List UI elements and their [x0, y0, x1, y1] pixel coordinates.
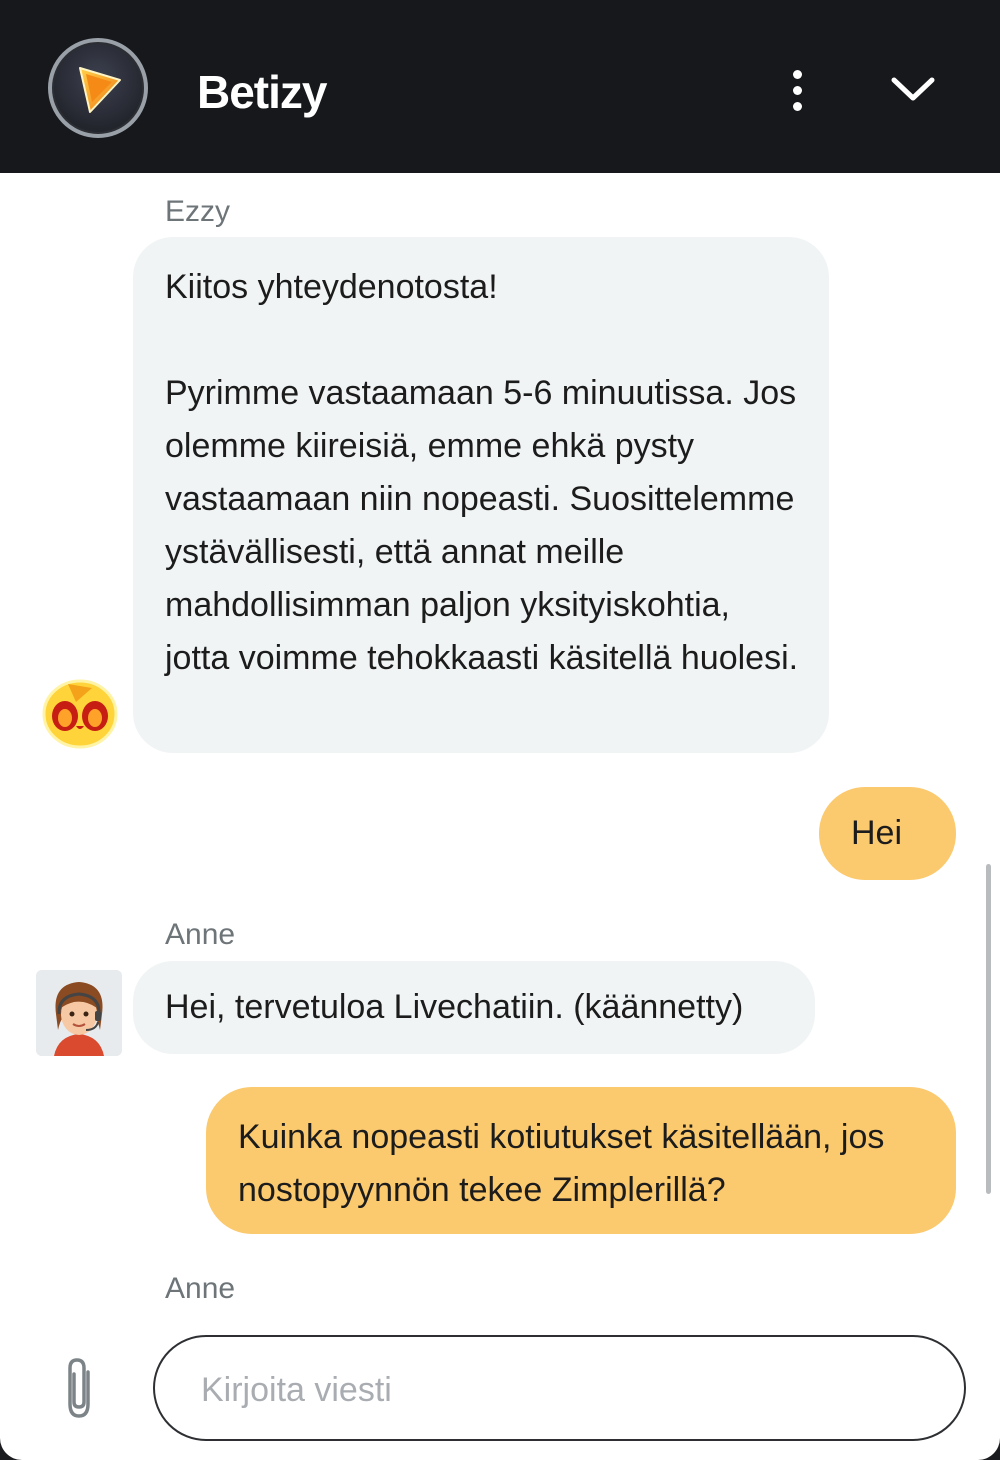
more-vertical-icon [793, 70, 802, 79]
scrollbar[interactable] [986, 864, 991, 1194]
bot-avatar [40, 674, 120, 750]
collapse-button[interactable] [888, 70, 938, 110]
sender-name: Anne [165, 918, 236, 951]
outgoing-message-bubble: Kuinka nopeasti kotiutukset käsitellään,… [206, 1087, 956, 1234]
more-options-button[interactable] [776, 66, 820, 116]
incoming-message-bubble: Hei, tervetuloa Livechatiin. (käännetty) [133, 961, 815, 1054]
bot-mascot-icon [42, 679, 118, 749]
more-vertical-icon-dot [793, 86, 802, 95]
chevron-down-icon [891, 77, 935, 101]
brand-logo [48, 38, 148, 138]
attach-file-button[interactable] [58, 1354, 102, 1422]
agent-headset-avatar-icon [36, 970, 122, 1056]
message-input[interactable] [199, 1361, 923, 1419]
paperclip-icon [68, 1358, 90, 1418]
message-composer [153, 1335, 966, 1441]
agent-avatar [36, 970, 122, 1056]
play-triangle-logo-icon [79, 67, 121, 113]
chat-header: Betizy [0, 0, 1000, 173]
sender-name: Anne [165, 1272, 236, 1305]
outgoing-message-bubble: Hei [819, 787, 956, 880]
incoming-message-bubble: Kiitos yhteydenotosta! Pyrimme vastaamaa… [133, 237, 829, 753]
more-vertical-icon-dot [793, 102, 802, 111]
chat-title: Betizy [197, 66, 327, 118]
chat-widget: Betizy Ezzy Kiitos yhteydenotosta! Pyrim… [0, 0, 1000, 1460]
sender-name: Ezzy [165, 195, 231, 228]
